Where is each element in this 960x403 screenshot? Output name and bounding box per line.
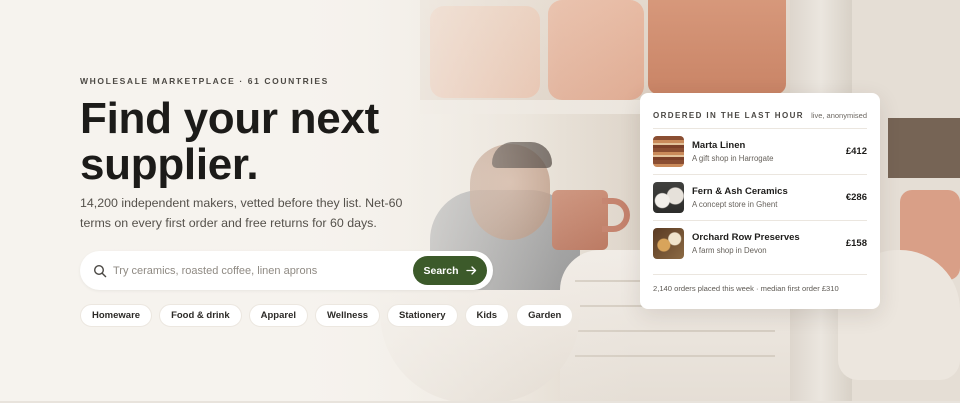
category-chip-kids[interactable]: Kids bbox=[464, 304, 510, 327]
hero-eyebrow: WHOLESALE MARKETPLACE · 61 COUNTRIES bbox=[80, 76, 329, 86]
divider bbox=[653, 128, 867, 129]
category-chip-homeware[interactable]: Homeware bbox=[80, 304, 153, 327]
buyer-description: A concept store in Ghent bbox=[692, 200, 778, 209]
supplier-name: Marta Linen bbox=[692, 140, 746, 151]
order-amount: £158 bbox=[845, 238, 867, 249]
category-chips: Homeware Food & drink Apparel Wellness S… bbox=[80, 304, 574, 327]
buyer-description: A farm shop in Devon bbox=[692, 246, 767, 255]
order-row[interactable]: Marta Linen A gift shop in Harrogate £41… bbox=[653, 136, 867, 170]
category-chip-stationery[interactable]: Stationery bbox=[387, 304, 458, 327]
order-row[interactable]: Orchard Row Preserves A farm shop in Dev… bbox=[653, 228, 867, 262]
category-chip-food-drink[interactable]: Food & drink bbox=[159, 304, 242, 327]
recent-orders-card: ORDERED IN THE LAST HOUR live, anonymise… bbox=[640, 93, 880, 309]
buyer-description: A gift shop in Harrogate bbox=[692, 154, 774, 163]
order-amount: €286 bbox=[845, 192, 867, 203]
supplier-name: Fern & Ash Ceramics bbox=[692, 186, 788, 197]
recent-orders-title: ORDERED IN THE LAST HOUR bbox=[653, 110, 804, 120]
hero-headline: Find your next supplier. bbox=[80, 94, 379, 189]
live-note: live, anonymised bbox=[811, 110, 867, 120]
search-input[interactable] bbox=[113, 260, 403, 281]
hero-subcopy: 14,200 independent makers, vetted before… bbox=[80, 196, 403, 230]
search-bar: Search bbox=[80, 251, 493, 290]
product-thumbnail bbox=[653, 228, 684, 259]
search-button[interactable]: Search bbox=[413, 256, 487, 285]
order-amount: £412 bbox=[845, 146, 867, 157]
supplier-name: Orchard Row Preserves bbox=[692, 232, 800, 243]
product-thumbnail bbox=[653, 182, 684, 213]
order-row[interactable]: Fern & Ash Ceramics A concept store in G… bbox=[653, 182, 867, 216]
category-chip-apparel[interactable]: Apparel bbox=[248, 304, 309, 327]
arrow-right-icon bbox=[465, 265, 477, 276]
weekly-orders-summary: 2,140 orders placed this week · median f… bbox=[653, 284, 839, 293]
divider bbox=[653, 274, 867, 275]
search-button-label: Search bbox=[423, 264, 459, 277]
search-icon bbox=[93, 263, 107, 278]
divider bbox=[653, 220, 867, 221]
category-chip-garden[interactable]: Garden bbox=[516, 304, 574, 327]
category-chip-wellness[interactable]: Wellness bbox=[315, 304, 381, 327]
product-thumbnail bbox=[653, 136, 684, 167]
divider bbox=[653, 174, 867, 175]
